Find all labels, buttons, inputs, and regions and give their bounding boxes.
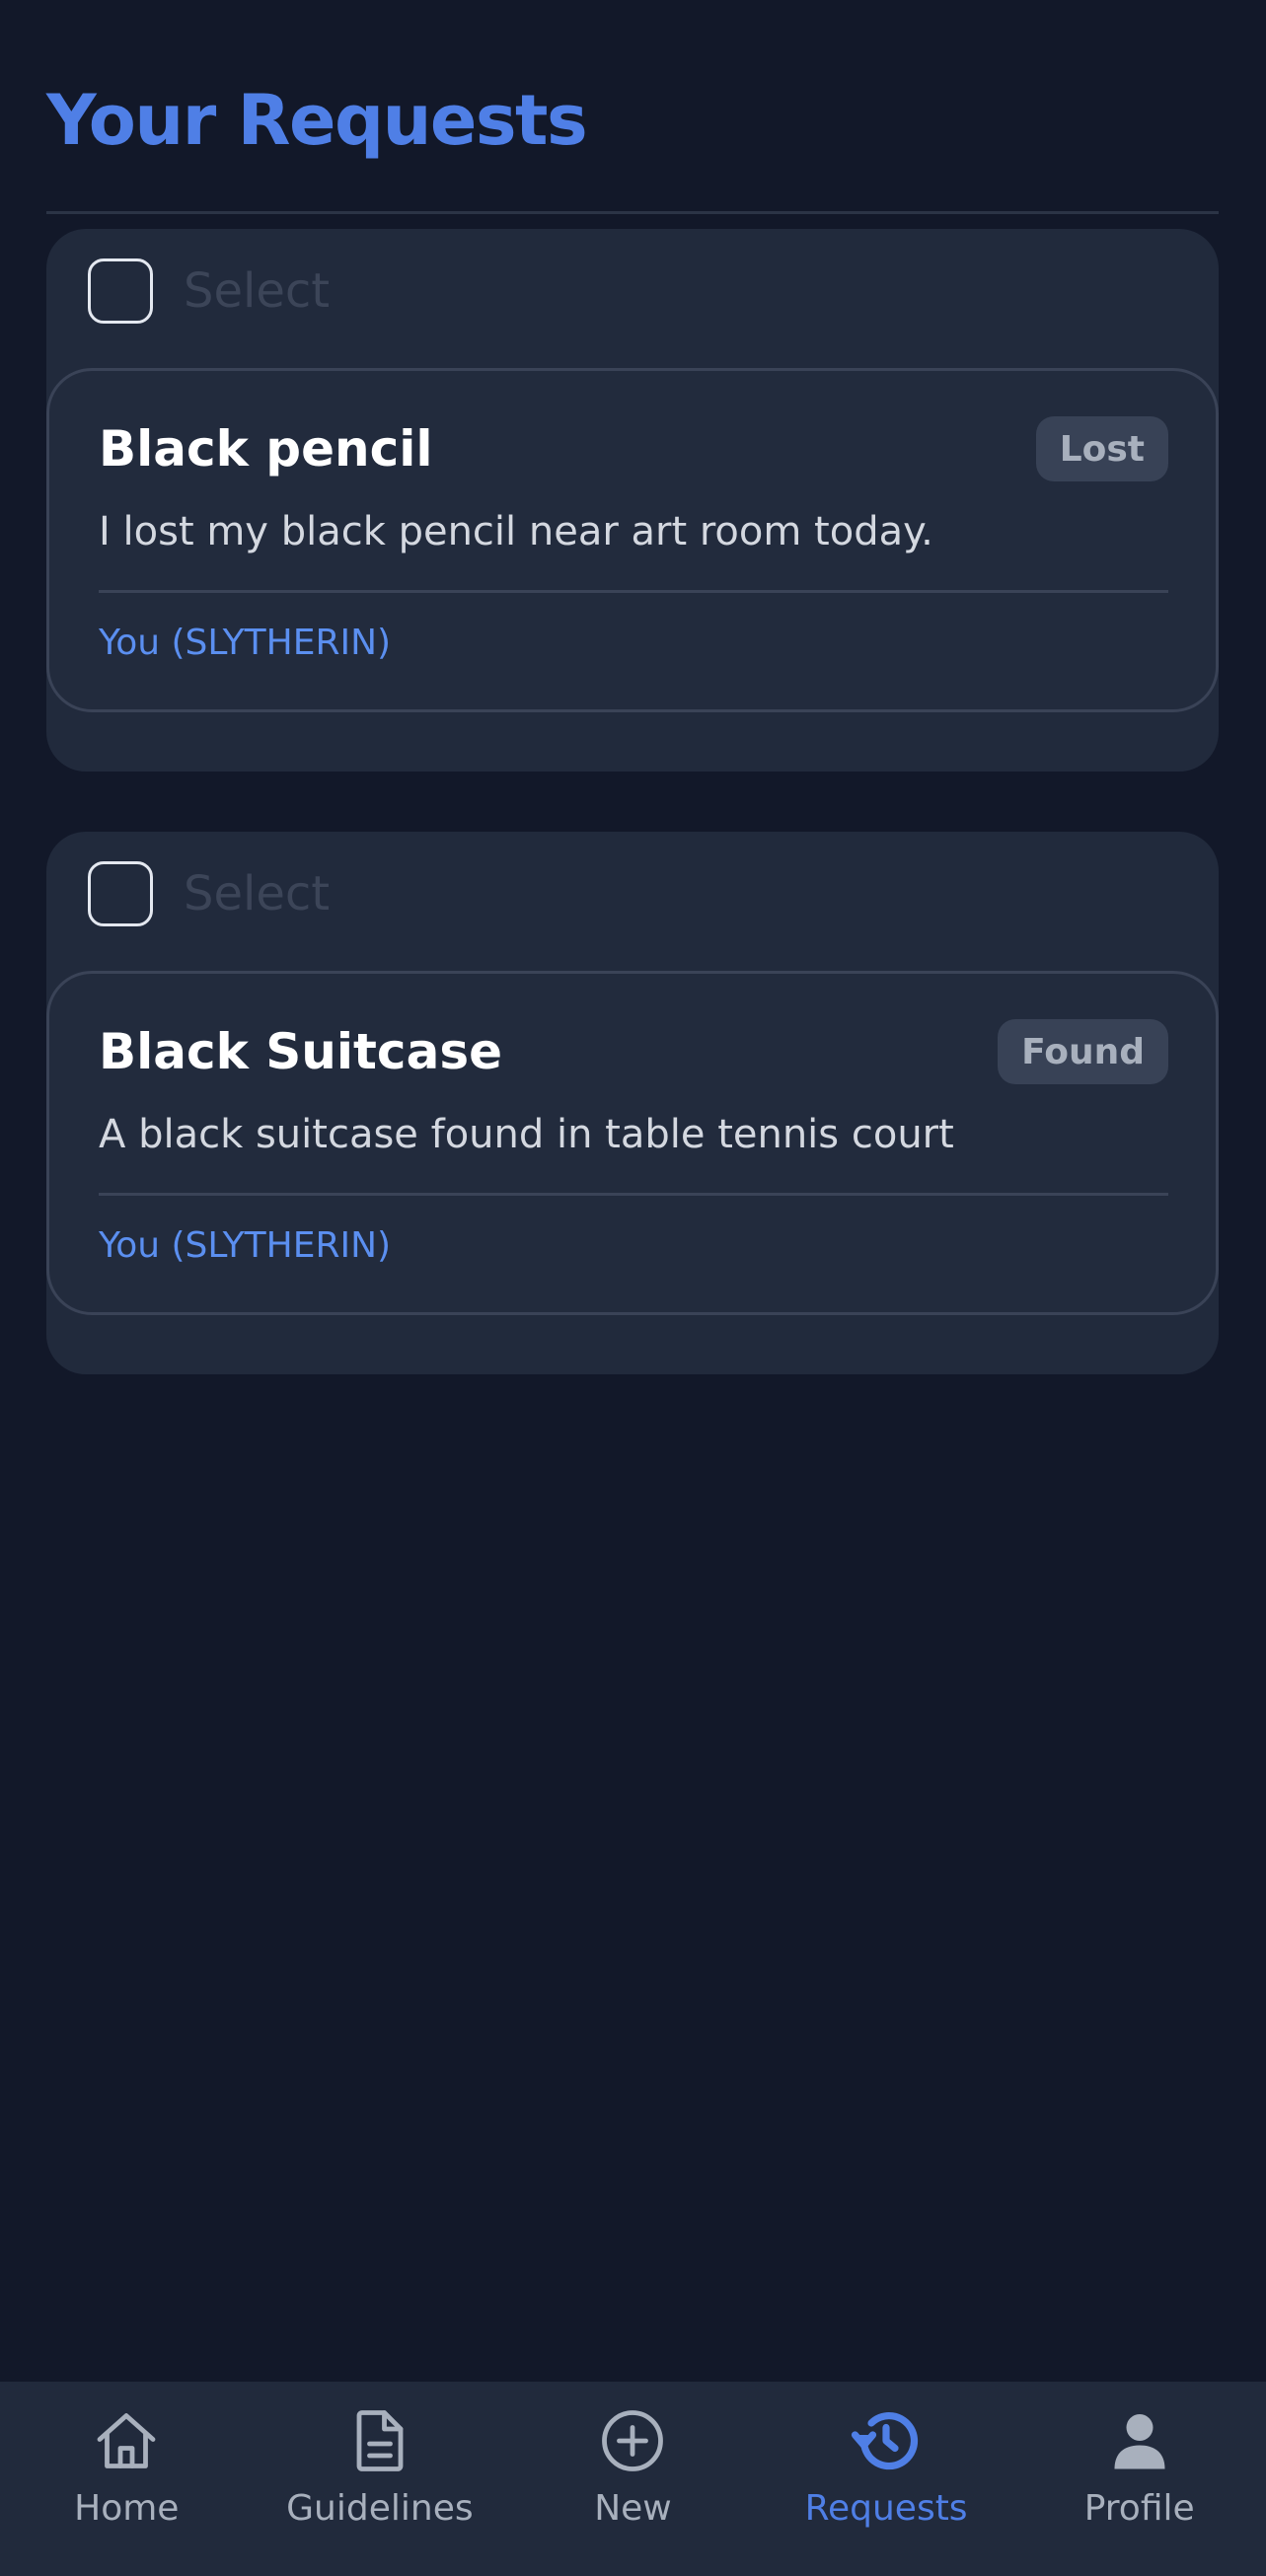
plus-circle-icon [597,2405,668,2476]
page-header: Your Requests [46,77,588,164]
nav-item-guidelines[interactable]: Guidelines [254,2382,507,2576]
select-checkbox[interactable] [88,258,153,324]
request-owner: You (SLYTHERIN) [99,623,392,663]
request-group: Select Black pencil Lost I lost my black… [46,229,1219,772]
select-label: Select [184,263,331,319]
nav-label: Home [74,2488,180,2529]
request-group: Select Black Suitcase Found A black suit… [46,832,1219,1374]
request-description: A black suitcase found in table tennis c… [99,1112,954,1157]
nav-label: Profile [1083,2488,1195,2529]
nav-item-profile[interactable]: Profile [1012,2382,1266,2576]
request-card[interactable]: Black Suitcase Found A black suitcase fo… [46,971,1219,1315]
request-title: Black Suitcase [99,1023,502,1080]
nav-label: New [594,2488,672,2529]
title-divider [46,211,1219,214]
nav-label: Guidelines [286,2488,474,2529]
nav-item-home[interactable]: Home [0,2382,254,2576]
card-divider [99,590,1168,593]
select-checkbox[interactable] [88,861,153,926]
request-owner: You (SLYTHERIN) [99,1225,392,1266]
nav-item-new[interactable]: New [506,2382,760,2576]
home-icon [91,2405,162,2476]
request-card[interactable]: Black pencil Lost I lost my black pencil… [46,368,1219,712]
nav-label: Requests [804,2488,968,2529]
request-description: I lost my black pencil near art room tod… [99,509,933,554]
select-label: Select [184,866,331,921]
select-row[interactable]: Select [88,258,330,324]
person-icon [1104,2405,1175,2476]
status-badge: Lost [1035,416,1168,481]
bottom-nav: Home Guidelines New Requests Profile [0,2382,1266,2576]
request-title: Black pencil [99,420,433,478]
select-row[interactable]: Select [88,861,330,926]
card-divider [99,1193,1168,1196]
nav-item-requests[interactable]: Requests [760,2382,1013,2576]
history-icon [851,2405,922,2476]
status-badge: Found [998,1019,1168,1084]
document-icon [344,2405,415,2476]
page-title: Your Requests [46,80,588,161]
